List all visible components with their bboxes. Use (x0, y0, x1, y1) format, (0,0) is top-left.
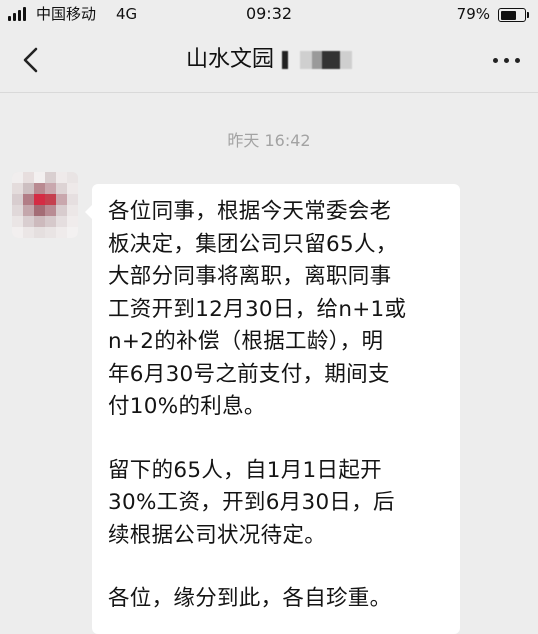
message-timestamp: 昨天 16:42 (227, 131, 311, 150)
avatar[interactable] (12, 172, 78, 238)
battery-icon (498, 8, 529, 22)
message-bubble[interactable]: 各位同事，根据今天常委会老 板决定，集团公司只留65人， 大部分同事将离职，离职… (92, 184, 460, 634)
chat-title: 山水文园 (185, 47, 274, 72)
chat-title-area: 山水文园 (0, 45, 538, 75)
status-bar: 中国移动 4G 09:32 79% (0, 0, 538, 28)
more-dots-icon (493, 58, 498, 63)
battery-percentage: 79% (456, 5, 490, 23)
redacted-name-mosaic (282, 51, 352, 69)
battery-level-fill (500, 10, 517, 20)
more-options-button[interactable] (490, 50, 524, 70)
chat-header: 山水文园 (0, 28, 538, 93)
message-paragraph: 留下的65人，自1月1日起开 30%工资，开到6月30日，后 续根据公司状况待定… (108, 457, 395, 548)
message-paragraph: 各位，缘分到此，各自珍重。 (108, 586, 392, 611)
message-paragraph: 各位同事，根据今天常委会老 板决定，集团公司只留65人， 大部分同事将离职，离职… (108, 199, 407, 419)
